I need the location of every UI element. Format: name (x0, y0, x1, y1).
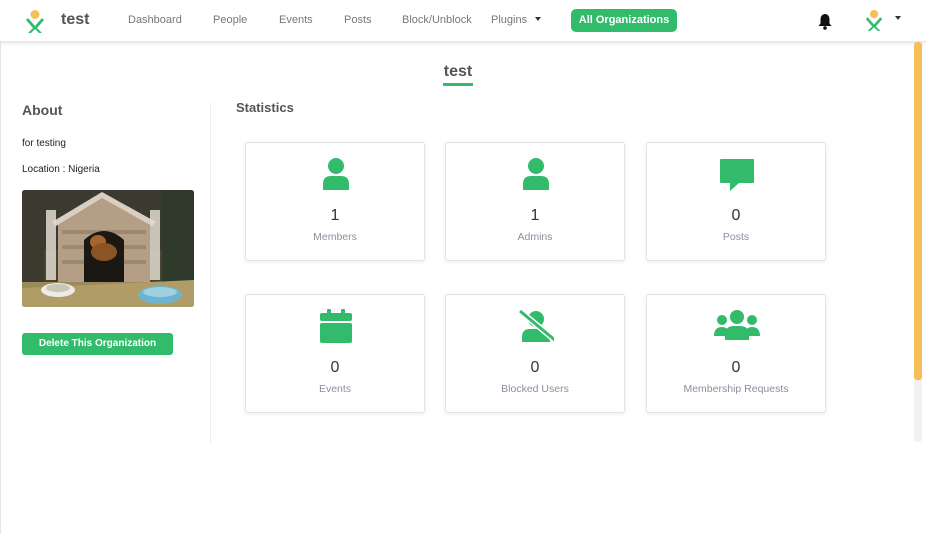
user-slash-icon (518, 308, 554, 344)
brand-name[interactable]: test (61, 11, 89, 29)
nav-posts[interactable]: Posts (344, 14, 372, 26)
stat-card-posts[interactable]: 0 Posts (646, 142, 826, 261)
user-icon (523, 158, 549, 190)
statistics-heading: Statistics (236, 100, 294, 115)
stat-value: 1 (530, 207, 540, 224)
stat-value: 0 (330, 359, 340, 376)
nav-events[interactable]: Events (279, 14, 313, 26)
stat-label: Membership Requests (683, 383, 789, 395)
users-icon (714, 310, 760, 340)
stat-value: 0 (731, 207, 741, 224)
stat-label: Events (318, 383, 352, 395)
org-description: for testing (22, 138, 66, 149)
stat-card-events[interactable]: 0 Events (245, 294, 425, 413)
bell-icon[interactable] (817, 13, 833, 30)
organization-image (22, 190, 194, 307)
stat-label: Blocked Users (501, 383, 569, 395)
top-navbar: test Dashboard People Events Posts Block… (0, 0, 926, 42)
stat-card-blocked-users[interactable]: 0 Blocked Users (445, 294, 625, 413)
nav-plugins-label: Plugins (491, 14, 528, 26)
stat-label: Admins (517, 231, 553, 243)
user-avatar-icon[interactable] (864, 9, 884, 31)
logo-icon[interactable] (24, 9, 46, 33)
nav-plugins-dropdown[interactable]: Plugins (491, 14, 542, 26)
stat-value: 0 (731, 359, 741, 376)
stat-card-admins[interactable]: 1 Admins (445, 142, 625, 261)
caret-down-icon[interactable] (895, 16, 901, 20)
nav-block-unblock[interactable]: Block/Unblock (402, 14, 472, 26)
calendar-icon (320, 309, 352, 343)
caret-down-icon (535, 17, 542, 22)
scrollbar-thumb[interactable] (914, 42, 922, 380)
stat-value: 0 (530, 359, 540, 376)
page-title: test (443, 63, 473, 80)
stat-value: 1 (330, 207, 340, 224)
delete-organization-button[interactable]: Delete This Organization (22, 333, 173, 355)
nav-all-organizations[interactable]: All Organizations (571, 9, 677, 32)
org-location: Location : Nigeria (22, 164, 100, 175)
nav-dashboard[interactable]: Dashboard (128, 14, 182, 26)
stat-label: Members (313, 231, 357, 243)
comment-icon (720, 159, 754, 191)
about-heading: About (22, 102, 63, 118)
stat-label: Posts (722, 231, 750, 243)
stat-card-membership-requests[interactable]: 0 Membership Requests (646, 294, 826, 413)
title-underline (443, 83, 473, 86)
user-icon (323, 158, 349, 190)
section-divider (210, 102, 211, 444)
nav-people[interactable]: People (213, 14, 247, 26)
stat-card-members[interactable]: 1 Members (245, 142, 425, 261)
